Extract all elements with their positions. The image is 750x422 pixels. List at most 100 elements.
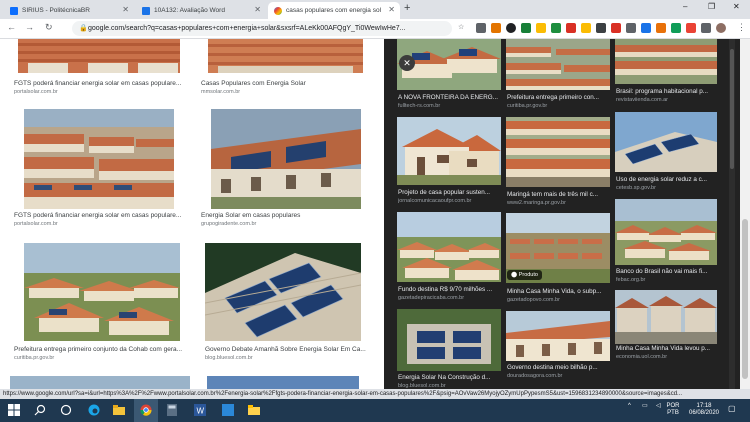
panel-caption[interactable]: Maringá tem mais de três mil c... <box>507 191 611 198</box>
result-source[interactable]: portalsolar.com.br <box>14 221 189 227</box>
panel-image[interactable] <box>397 212 501 282</box>
bookmark-star-icon[interactable]: ☆ <box>458 23 464 31</box>
result-image[interactable] <box>205 243 361 341</box>
windows-start-icon[interactable] <box>8 404 20 416</box>
close-tab-icon[interactable]: ✕ <box>122 5 129 14</box>
result-image[interactable] <box>208 39 363 73</box>
puzzle-icon[interactable] <box>701 23 711 33</box>
extension-icon[interactable] <box>671 23 681 33</box>
result-caption[interactable]: FGTS poderá financiar energia solar em c… <box>14 212 189 219</box>
extension-icon[interactable] <box>521 23 531 33</box>
panel-image[interactable] <box>615 290 717 344</box>
extension-icon[interactable] <box>566 23 576 33</box>
panel-caption[interactable]: Fundo destina R$ 9/70 milhões ... <box>398 286 502 293</box>
extension-icon[interactable] <box>491 23 501 33</box>
panel-source[interactable]: jornalcomunicacaoufpr.com.br <box>398 198 502 204</box>
avatar[interactable] <box>716 23 726 33</box>
extension-icon[interactable] <box>536 23 546 33</box>
address-bar[interactable]: google.com/search?q=casas+populares+com+… <box>72 21 452 36</box>
panel-caption[interactable]: Prefeitura entrega primeiro con... <box>507 94 611 101</box>
edge-icon[interactable] <box>88 404 100 416</box>
panel-source[interactable]: fulltech-rs.com.br <box>398 103 502 109</box>
extension-icon[interactable] <box>626 23 636 33</box>
result-image[interactable] <box>207 376 359 389</box>
close-panel-icon[interactable]: ✕ <box>399 55 415 71</box>
result-source[interactable]: mmsolar.com.br <box>201 89 376 95</box>
volume-icon[interactable]: ◁ <box>656 403 661 410</box>
minimize-button[interactable]: – <box>683 2 687 11</box>
page-scrollbar[interactable] <box>740 39 750 389</box>
back-arrow-icon[interactable]: ← <box>7 22 16 32</box>
panel-image[interactable] <box>506 117 610 187</box>
chrome-taskbar-button[interactable] <box>134 399 158 422</box>
extension-icon[interactable] <box>686 23 696 33</box>
panel-source[interactable]: revistaviienda.com.ar <box>616 97 718 103</box>
panel-caption[interactable]: Minha Casa Minha Vida levou p... <box>616 345 718 352</box>
close-window-button[interactable]: ✕ <box>733 2 740 11</box>
panel-caption[interactable]: Projeto de casa popular susten... <box>398 189 502 196</box>
panel-caption[interactable]: Banco do Brasil não vai mais fi... <box>616 268 718 275</box>
panel-image[interactable] <box>615 112 717 172</box>
panel-source[interactable]: cetesb.sp.gov.br <box>616 185 718 191</box>
input-language[interactable]: POR PTB <box>666 403 680 417</box>
extension-icon[interactable] <box>611 23 621 33</box>
panel-image[interactable] <box>506 311 610 361</box>
panel-caption[interactable]: Minha Casa Minha Vida, o subp... <box>507 288 611 295</box>
panel-image[interactable] <box>615 39 717 84</box>
network-icon[interactable]: ▭ <box>642 403 648 410</box>
extension-icon[interactable] <box>656 23 666 33</box>
word-icon[interactable]: W <box>194 404 206 416</box>
panel-scrollbar[interactable] <box>729 39 735 389</box>
panel-source[interactable]: douradosagora.com.br <box>507 373 611 379</box>
panel-caption[interactable]: Brasil: programa habitacional p... <box>616 88 718 95</box>
result-caption[interactable]: Energia Solar em casas populares <box>201 212 376 219</box>
panel-source[interactable]: www2.maringa.pr.gov.br <box>507 200 611 206</box>
result-source[interactable]: curitiba.pr.gov.br <box>14 355 189 361</box>
result-image[interactable] <box>211 109 361 209</box>
result-image[interactable] <box>24 243 180 341</box>
extension-icon[interactable] <box>596 23 606 33</box>
tab-sirius[interactable]: SIRIUS - PolitécnicaBR ✕ <box>4 2 134 19</box>
lock-icon[interactable]: 🔒 <box>79 24 88 32</box>
result-caption[interactable]: FGTS poderá financiar energia solar em c… <box>14 80 189 87</box>
task-view-icon[interactable] <box>60 404 72 416</box>
page-scrollbar-thumb[interactable] <box>742 219 748 379</box>
result-image[interactable] <box>24 109 174 209</box>
extension-icon[interactable] <box>581 23 591 33</box>
panel-image[interactable] <box>397 309 501 371</box>
panel-caption[interactable]: Governo destina meio bilhão p... <box>507 364 611 371</box>
tab-google-search[interactable]: casas populares com energia sola ✕ <box>268 2 400 19</box>
panel-source[interactable]: gazetadopovo.com.br <box>507 297 611 303</box>
result-caption[interactable]: Casas Populares com Energia Solar <box>201 80 376 87</box>
result-caption[interactable]: Prefeitura entrega primeiro conjunto da … <box>14 346 189 353</box>
result-source[interactable]: grupogiradente.com.br <box>201 221 376 227</box>
result-source[interactable]: blog.bluesol.com.br <box>205 355 375 361</box>
close-tab-icon[interactable]: ✕ <box>388 5 395 14</box>
result-caption[interactable]: Governo Debate Amanhã Sobre Energia Sola… <box>205 346 375 353</box>
reload-icon[interactable]: ↻ <box>45 22 53 33</box>
extension-icon[interactable] <box>476 23 486 33</box>
panel-caption[interactable]: A NOVA FRONTEIRA DA ENERG... <box>398 94 502 101</box>
extension-icon[interactable] <box>506 23 516 33</box>
panel-image[interactable] <box>397 117 501 185</box>
clock[interactable]: 17:18 06/08/2020 <box>686 403 722 417</box>
forward-arrow-icon[interactable]: → <box>25 22 34 32</box>
result-image[interactable] <box>10 376 190 389</box>
extension-icon[interactable] <box>641 23 651 33</box>
notifications-icon[interactable]: ▢ <box>728 405 736 413</box>
extension-icon[interactable] <box>551 23 561 33</box>
tab-avaliacao-word[interactable]: 10A132: Avaliação Word ✕ <box>136 2 266 19</box>
panel-image[interactable] <box>615 199 717 265</box>
result-image[interactable] <box>18 39 180 73</box>
tray-chevron-icon[interactable]: ^ <box>628 403 631 410</box>
new-tab-button[interactable]: + <box>404 2 410 14</box>
result-source[interactable]: portalsolar.com.br <box>14 89 189 95</box>
panel-caption[interactable]: Energia Solar Na Construção d... <box>398 374 502 381</box>
restore-button[interactable]: ❐ <box>708 2 715 11</box>
panel-source[interactable]: curitiba.pr.gov.br <box>507 103 611 109</box>
app-icon[interactable] <box>222 404 234 416</box>
more-menu-icon[interactable]: ⋮ <box>737 22 746 33</box>
panel-image[interactable] <box>506 39 610 90</box>
panel-source[interactable]: economia.uol.com.br <box>616 354 718 360</box>
panel-caption[interactable]: Uso de energia solar reduz a c... <box>616 176 718 183</box>
